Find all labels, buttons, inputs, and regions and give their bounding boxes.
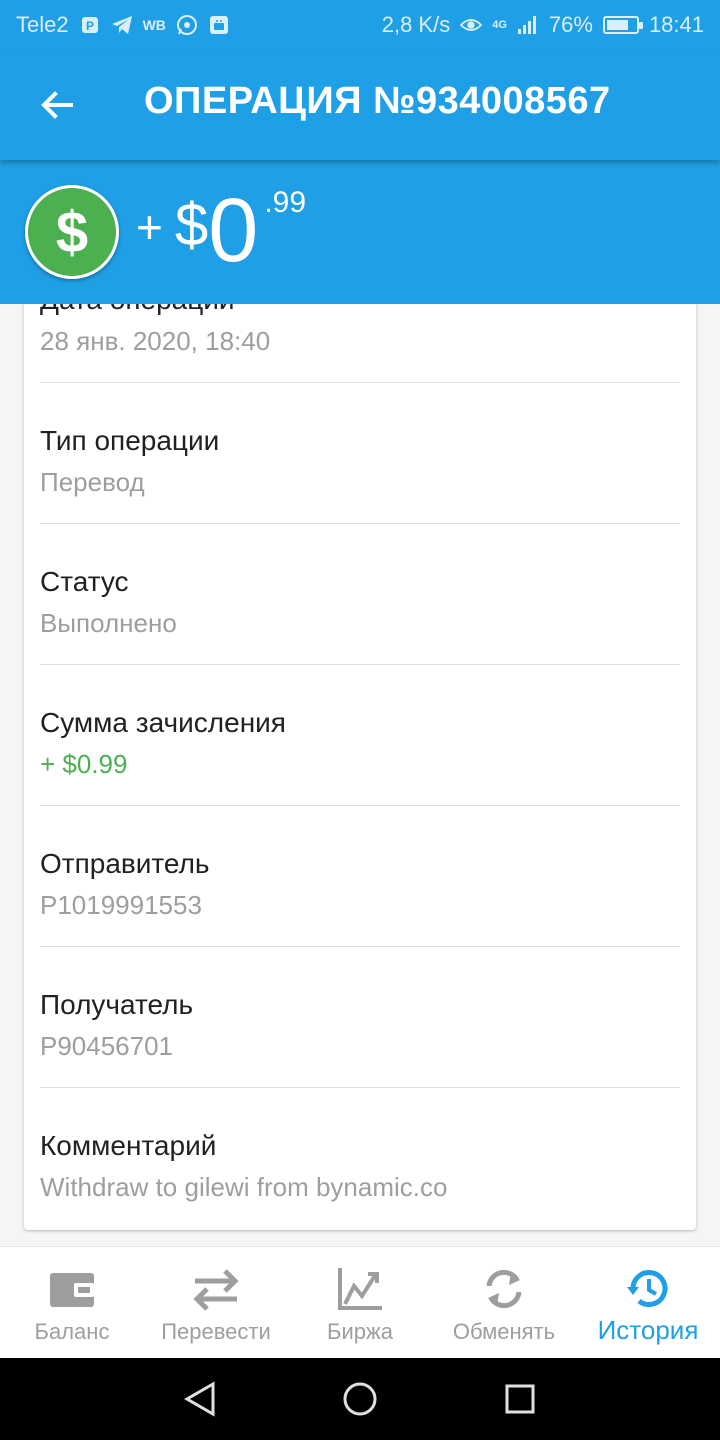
detail-label: Сумма зачисления (40, 707, 286, 738)
nav-label: Перевести (161, 1319, 271, 1344)
back-button[interactable] (30, 78, 84, 132)
nav-item-swap[interactable]: Обменять (432, 1247, 576, 1358)
detail-label: Отправитель (40, 848, 210, 879)
detail-value: Withdraw to gilewi from bynamic.co (40, 1172, 448, 1202)
detail-value: 28 янв. 2020, 18:40 (40, 326, 271, 356)
arrow-left-icon (41, 91, 73, 119)
operation-amount: + $ 0 .99 (136, 186, 306, 276)
detail-value: P90456701 (40, 1031, 174, 1061)
wallet-icon (46, 1265, 98, 1313)
detail-value: Выполнено (40, 608, 177, 638)
wb-icon: WB (142, 17, 166, 33)
detail-value: P1019991553 (40, 890, 202, 920)
dollar-coin-icon: $ (25, 185, 119, 279)
chart-trend-icon (334, 1265, 386, 1313)
detail-label: Статус (40, 566, 129, 597)
page-title: ОПЕРАЦИЯ №934008567 (144, 80, 611, 122)
operation-details-card: Дата операции 28 янв. 2020, 18:40 Тип оп… (24, 240, 696, 1230)
exchange-refresh-icon (478, 1265, 530, 1313)
amount-sign: + (136, 201, 163, 253)
system-navigation-bar (0, 1358, 720, 1440)
amount-fraction: .99 (264, 186, 307, 219)
history-clock-icon (622, 1265, 674, 1313)
eye-icon (460, 14, 483, 36)
app-screen: Tele2 P WB 2,8 K/s 4G 76% 18:41 ОПЕРАЦИЯ… (0, 0, 720, 1440)
nav-label: Обменять (452, 1319, 556, 1344)
signal-icon (517, 14, 539, 36)
coin-symbol: $ (55, 199, 89, 265)
carrier-name: Tele2 (16, 12, 69, 37)
clock: 18:41 (648, 12, 704, 37)
detail-row-status: Статус Выполнено (40, 524, 680, 665)
detail-label: Тип операции (40, 425, 220, 456)
detail-label: Комментарий (40, 1130, 217, 1161)
home-circle-icon[interactable] (330, 1369, 390, 1429)
bottom-navigation: Баланс Перевести Биржа Обменять История (0, 1246, 720, 1358)
detail-row-credit-amount: Сумма зачисления + $0.99 (40, 665, 680, 806)
nav-item-exchange-market[interactable]: Биржа (288, 1247, 432, 1358)
network-type: 4G (492, 19, 507, 31)
status-bar: Tele2 P WB 2,8 K/s 4G 76% 18:41 (0, 0, 720, 50)
recents-square-icon[interactable] (490, 1369, 550, 1429)
nav-label: История (597, 1315, 699, 1345)
detail-value: Перевод (40, 467, 145, 497)
detail-label: Получатель (40, 989, 194, 1020)
battery-fill (606, 20, 629, 30)
detail-row-type: Тип операции Перевод (40, 383, 680, 524)
back-triangle-icon[interactable] (170, 1369, 230, 1429)
amount-currency: $ (174, 191, 209, 258)
battery-percent: 76% (548, 12, 593, 37)
battery-icon (602, 16, 643, 34)
nav-label: Биржа (327, 1319, 393, 1344)
nav-item-transfer[interactable]: Перевести (144, 1247, 288, 1358)
status-left: Tele2 P WB (16, 12, 230, 38)
android-icon (208, 14, 230, 36)
app-bar: ОПЕРАЦИЯ №934008567 (0, 50, 720, 160)
detail-row-sender: Отправитель P1019991553 (40, 806, 680, 947)
network-speed: 2,8 K/s (381, 12, 451, 37)
transfer-arrows-icon (190, 1265, 242, 1313)
detail-row-comment: Комментарий Withdraw to gilewi from byna… (40, 1088, 680, 1229)
status-right: 2,8 K/s 4G 76% 18:41 (382, 12, 704, 38)
parking-p-text: P (86, 19, 94, 33)
nav-item-history[interactable]: История (576, 1247, 720, 1358)
amount-integer: 0 (208, 181, 259, 281)
telegram-icon (111, 14, 133, 36)
parking-p-icon: P (79, 14, 101, 36)
amount-header: $ + $ 0 .99 (0, 160, 720, 304)
detail-value: + $0.99 (40, 749, 128, 779)
nav-label: Баланс (34, 1319, 110, 1344)
detail-row-recipient: Получатель P90456701 (40, 947, 680, 1088)
nav-item-balance[interactable]: Баланс (0, 1247, 144, 1358)
whatsapp-icon (176, 14, 198, 36)
